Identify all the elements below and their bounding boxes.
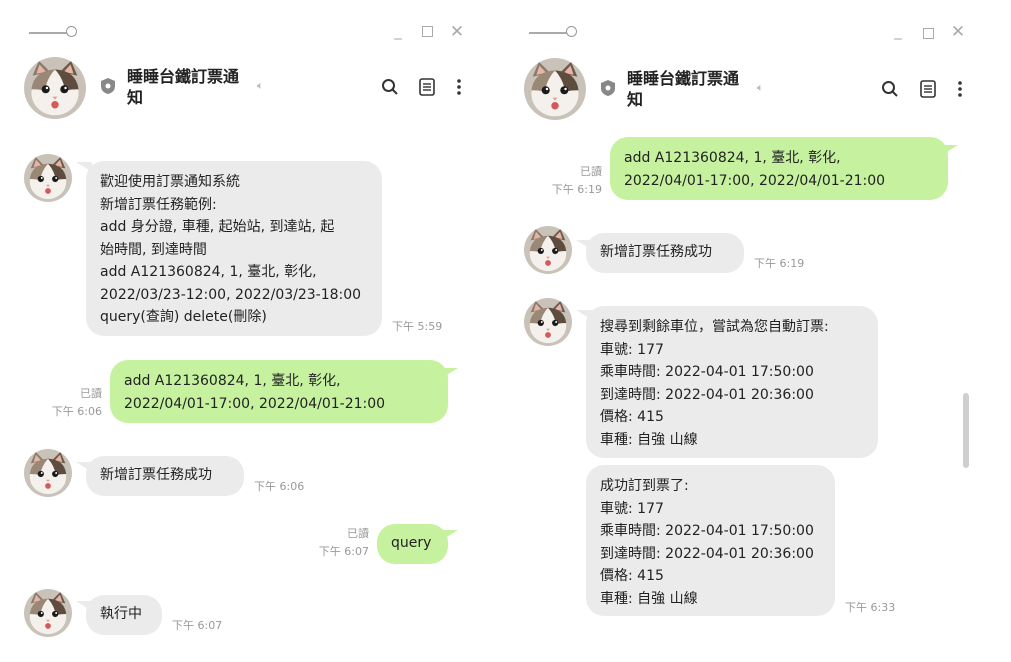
chat-title: 睡睡台鐵訂票通 知	[127, 67, 240, 107]
notes-icon[interactable]	[918, 79, 938, 99]
more-icon[interactable]	[449, 77, 469, 97]
shield-icon	[601, 80, 615, 96]
message-time: 下午 5:59	[392, 320, 443, 333]
minimize-icon[interactable]: _	[889, 22, 907, 40]
chat-avatar[interactable]	[24, 57, 86, 119]
sender-avatar[interactable]	[524, 226, 572, 274]
message-bubble-received[interactable]: 成功訂到票了: 車號: 177 乘車時間: 2022-04-01 17:50:0…	[586, 465, 835, 616]
bubble-tail	[442, 368, 458, 378]
pin-icon[interactable]	[29, 25, 79, 41]
read-receipt: 已讀	[80, 387, 102, 400]
message-time: 下午 6:07	[318, 545, 369, 558]
close-icon[interactable]: ✕	[949, 22, 967, 42]
sender-avatar[interactable]	[524, 298, 572, 346]
message-bubble-received[interactable]: 執行中	[86, 595, 162, 635]
search-icon[interactable]	[880, 79, 900, 99]
bubble-tail	[942, 145, 958, 155]
message-bubble-received[interactable]: 新增訂票任務成功	[586, 233, 744, 273]
message-bubble-sent[interactable]: add A121360824, 1, 臺北, 彰化, 2022/04/01-17…	[110, 360, 448, 423]
chat-window-2: _ ✕ 睡睡台鐵訂票通 知 🔈︎ 已讀 下午 6:19 add A1213608…	[505, 0, 975, 662]
message-time: 下午 6:19	[551, 183, 602, 196]
message-bubble-received[interactable]: 歡迎使用訂票通知系統 新增訂票任務範例: add 身分證, 車種, 起始站, 到…	[86, 161, 382, 336]
shield-icon	[101, 78, 115, 94]
maximize-icon[interactable]	[422, 26, 433, 37]
scrollbar-thumb[interactable]	[963, 393, 969, 468]
read-receipt: 已讀	[580, 165, 602, 178]
message-bubble-sent[interactable]: add A121360824, 1, 臺北, 彰化, 2022/04/01-17…	[610, 137, 948, 200]
sender-avatar[interactable]	[24, 589, 72, 637]
sender-avatar[interactable]	[24, 154, 72, 202]
message-bubble-sent[interactable]: query	[377, 524, 448, 564]
message-time: 下午 6:06	[254, 480, 305, 493]
more-icon[interactable]	[950, 79, 970, 99]
pin-icon[interactable]	[529, 25, 579, 41]
message-bubble-received[interactable]: 搜尋到剩餘車位，嘗試為您自動訂票: 車號: 177 乘車時間: 2022-04-…	[586, 306, 878, 458]
message-time: 下午 6:07	[172, 619, 223, 632]
chat-window-1: _ ✕ 睡睡台鐵訂票通 知 🔈︎ 歡迎使用訂票通知系統 新增訂票任務範例: ad…	[0, 0, 484, 662]
sender-avatar[interactable]	[24, 449, 72, 497]
minimize-icon[interactable]: _	[389, 22, 407, 40]
search-icon[interactable]	[380, 77, 400, 97]
message-time: 下午 6:33	[845, 601, 896, 614]
chat-title: 睡睡台鐵訂票通 知	[627, 69, 740, 109]
notes-icon[interactable]	[417, 77, 437, 97]
message-time: 下午 6:19	[754, 257, 805, 270]
close-icon[interactable]: ✕	[448, 22, 466, 42]
bubble-tail	[442, 530, 458, 540]
read-receipt: 已讀	[347, 527, 369, 540]
mute-icon: 🔈︎	[257, 79, 264, 92]
maximize-icon[interactable]	[923, 28, 934, 39]
message-bubble-received[interactable]: 新增訂票任務成功	[86, 456, 244, 496]
chat-avatar[interactable]	[524, 58, 586, 120]
mute-icon: 🔈︎	[757, 81, 764, 94]
message-time: 下午 6:06	[51, 405, 102, 418]
